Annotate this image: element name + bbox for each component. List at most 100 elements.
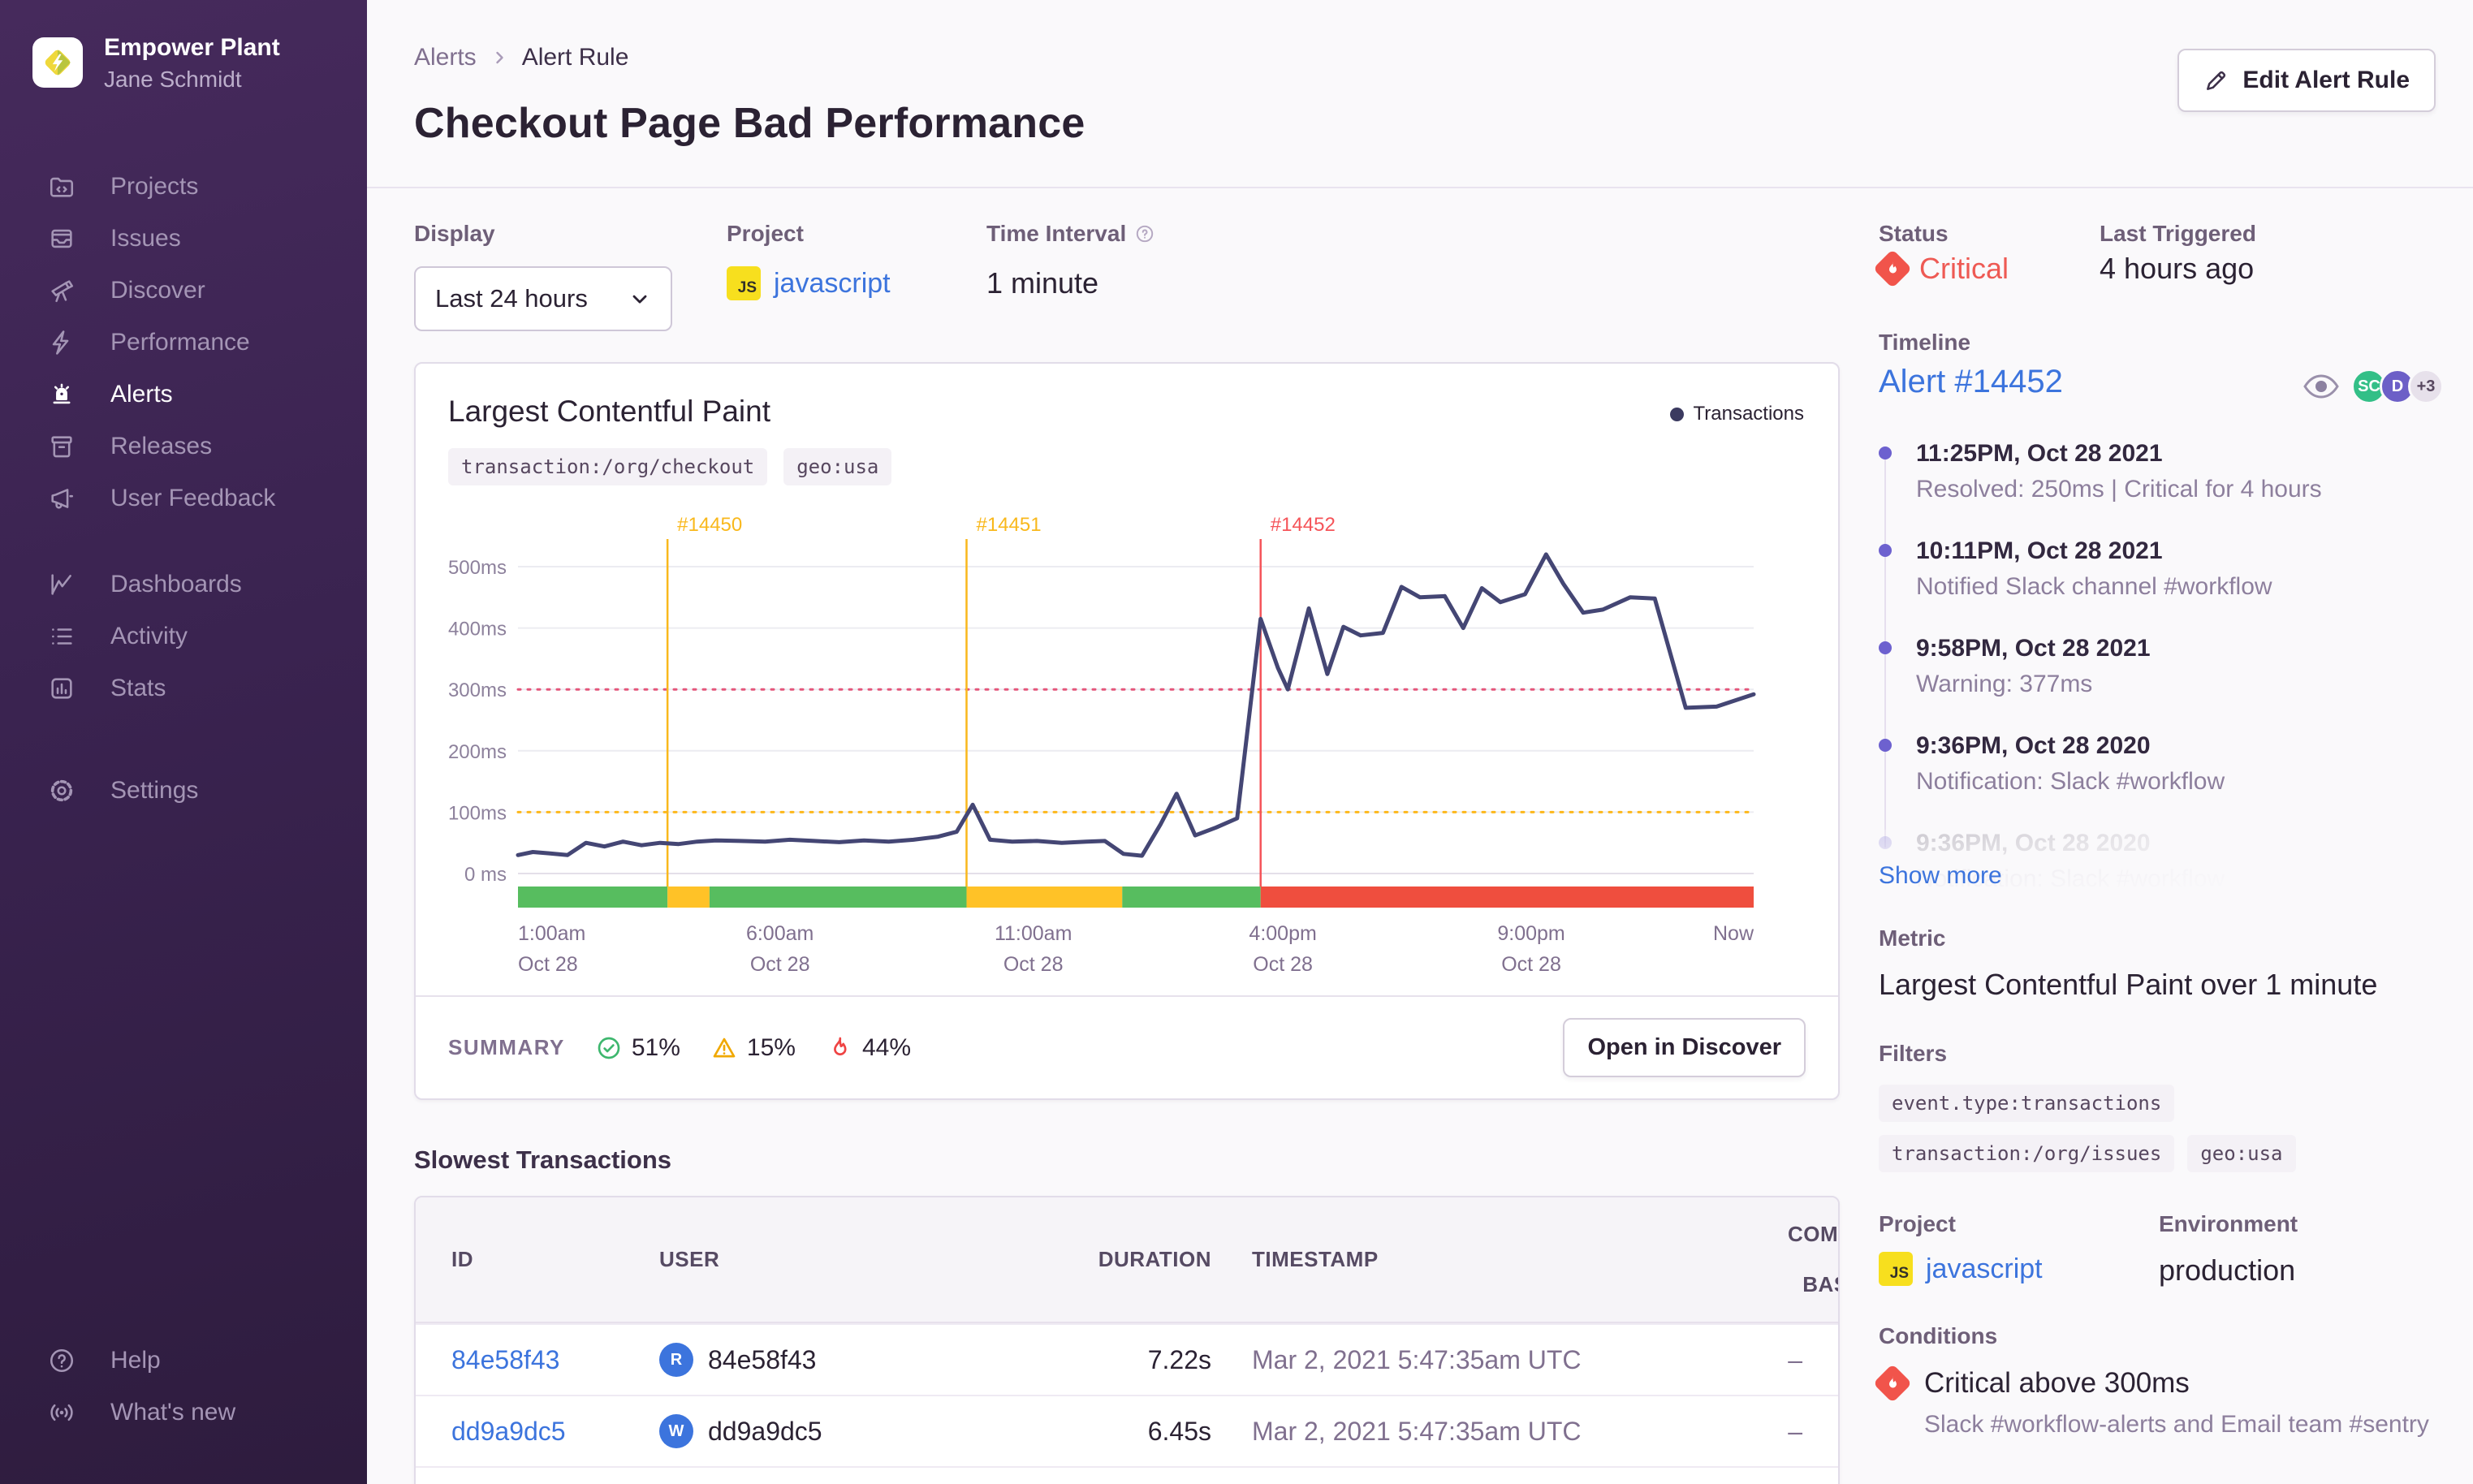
check-circle-icon bbox=[598, 1037, 620, 1059]
summary-label: SUMMARY bbox=[448, 1035, 565, 1059]
issues-icon bbox=[47, 224, 76, 253]
svg-text:6:00am: 6:00am bbox=[746, 922, 814, 945]
breadcrumb-alerts-link[interactable]: Alerts bbox=[414, 44, 477, 71]
timeline-entry: 11:25PM, Oct 28 2021 Resolved: 250ms | C… bbox=[1879, 440, 2444, 503]
transaction-id-link[interactable]: 84e58f43 bbox=[451, 1345, 559, 1374]
legend-dot-icon bbox=[1669, 407, 1684, 421]
col-user: USER bbox=[659, 1247, 720, 1271]
critical-fire-icon bbox=[1872, 248, 1913, 289]
col-id: ID bbox=[451, 1247, 473, 1271]
environment-label: Environment bbox=[2159, 1211, 2298, 1236]
user-feedback-icon bbox=[47, 484, 76, 513]
summary-healthy-value: 51% bbox=[631, 1033, 680, 1061]
content-area: Display Last 24 hours Project JS javascr… bbox=[367, 188, 2473, 1484]
sidebar-item-label: What's new bbox=[110, 1399, 236, 1426]
transaction-id-link[interactable]: dd9a9dc5 bbox=[451, 1417, 566, 1446]
left-column: Display Last 24 hours Project JS javascr… bbox=[414, 221, 1840, 1484]
sidebar: Empower Plant Jane Schmidt Projects Issu… bbox=[0, 0, 367, 1484]
timeline-section: Timeline Alert #14452 SC D +3 11:25PM, O… bbox=[1879, 330, 2444, 893]
last-triggered-label: Last Triggered bbox=[2100, 221, 2256, 246]
gear-icon bbox=[47, 776, 76, 805]
timeline-time: 9:36PM, Oct 28 2020 bbox=[1916, 830, 2151, 856]
org-switcher[interactable]: Empower Plant Jane Schmidt bbox=[0, 32, 367, 93]
javascript-platform-icon: JS bbox=[1879, 1252, 1913, 1286]
lcp-chart-svg: 0 ms 100ms 200ms 300ms 400ms 500ms #14450 #1445… bbox=[448, 514, 1756, 976]
sidebar-item-whats-new[interactable]: What's new bbox=[0, 1387, 367, 1439]
sidebar-item-discover[interactable]: Discover bbox=[0, 265, 367, 317]
lcp-chart[interactable]: 0 ms 100ms 200ms 300ms 400ms 500ms #14450 #1445… bbox=[448, 492, 1806, 979]
sidebar-item-activity[interactable]: Activity bbox=[0, 610, 367, 662]
avatar-overflow-count[interactable]: +3 bbox=[2408, 369, 2444, 404]
timeline-fade-wrap: 9:36PM, Oct 28 2020 Notification: Slack … bbox=[1879, 830, 2444, 893]
sidebar-item-label: Issues bbox=[110, 224, 181, 252]
filters-label: Filters bbox=[1879, 1041, 1948, 1066]
svg-text:300ms: 300ms bbox=[448, 679, 507, 701]
project-label: Project bbox=[1879, 1211, 1956, 1236]
last-triggered-value: 4 hours ago bbox=[2100, 252, 2255, 285]
svg-text:Oct 28: Oct 28 bbox=[1501, 953, 1561, 976]
svg-text:Oct 28: Oct 28 bbox=[1253, 953, 1313, 976]
discover-icon bbox=[47, 276, 76, 305]
timeline-label: Timeline bbox=[1879, 330, 1971, 355]
timeline-entry: 10:11PM, Oct 28 2021 Notified Slack chan… bbox=[1879, 537, 2444, 601]
timeline-time: 11:25PM, Oct 28 2021 bbox=[1916, 440, 2163, 467]
edit-alert-rule-button[interactable]: Edit Alert Rule bbox=[2177, 49, 2436, 112]
sidebar-item-performance[interactable]: Performance bbox=[0, 317, 367, 369]
project-link[interactable]: javascript bbox=[1926, 1253, 2043, 1285]
baseline: – bbox=[1788, 1344, 1802, 1374]
svg-text:9:00pm: 9:00pm bbox=[1497, 922, 1565, 945]
show-more-link[interactable]: Show more bbox=[1879, 862, 2002, 890]
transactions-table: ID USER DURATION TIMESTAMP COMPARED TO B… bbox=[414, 1196, 1840, 1484]
critical-fire-icon bbox=[1872, 1363, 1913, 1404]
summary-healthy: 51% bbox=[596, 1034, 680, 1062]
sidebar-item-issues[interactable]: Issues bbox=[0, 213, 367, 265]
timeline-entry: 9:36PM, Oct 28 2020 Notification: Slack … bbox=[1879, 732, 2444, 796]
performance-icon bbox=[47, 328, 76, 357]
alert-id-link[interactable]: Alert #14452 bbox=[1879, 364, 2063, 400]
user-name: dd9a9dc5 bbox=[708, 1416, 822, 1446]
sidebar-item-label: Activity bbox=[110, 622, 188, 649]
svg-text:#14450: #14450 bbox=[677, 514, 742, 536]
timestamp: Mar 2, 2021 5:47:35am UTC bbox=[1252, 1416, 1582, 1446]
lcp-chart-card: Largest Contentful Paint Transactions tr… bbox=[414, 362, 1840, 1100]
chart-legend[interactable]: Transactions bbox=[1669, 403, 1804, 425]
question-circle-icon[interactable] bbox=[1134, 223, 1155, 244]
status-row: Status Critical Last Triggered 4 hours a… bbox=[1872, 221, 2444, 289]
project-link[interactable]: javascript bbox=[774, 268, 891, 300]
broadcast-icon bbox=[47, 1398, 76, 1427]
col-timestamp: TIMESTAMP bbox=[1252, 1247, 1379, 1271]
baseline: – bbox=[1788, 1416, 1802, 1446]
open-in-discover-button[interactable]: Open in Discover bbox=[1563, 1018, 1806, 1077]
sidebar-item-projects[interactable]: Projects bbox=[0, 161, 367, 213]
sidebar-item-user-feedback[interactable]: User Feedback bbox=[0, 472, 367, 524]
metric-label: Metric bbox=[1879, 925, 1946, 951]
sidebar-item-alerts[interactable]: Alerts bbox=[0, 369, 367, 421]
sidebar-nav: Projects Issues Discover Performance Ale… bbox=[0, 161, 367, 817]
svg-text:#14451: #14451 bbox=[976, 514, 1041, 536]
sidebar-item-dashboards[interactable]: Dashboards bbox=[0, 559, 367, 610]
sidebar-item-help[interactable]: Help bbox=[0, 1335, 367, 1387]
tag-geo: geo:usa bbox=[783, 448, 892, 485]
display-range-select[interactable]: Last 24 hours bbox=[414, 266, 672, 331]
filter-pill: transaction:/org/issues bbox=[1879, 1135, 2175, 1172]
org-logo bbox=[32, 37, 83, 88]
svg-text:4:00pm: 4:00pm bbox=[1249, 922, 1316, 945]
svg-text:11:00am: 11:00am bbox=[995, 922, 1072, 945]
timestamp: Mar 2, 2021 5:47:35am UTC bbox=[1252, 1344, 1582, 1374]
sidebar-item-label: Projects bbox=[110, 172, 199, 200]
sidebar-item-settings[interactable]: Settings bbox=[0, 765, 367, 817]
svg-text:0 ms: 0 ms bbox=[464, 864, 507, 886]
sidebar-item-stats[interactable]: Stats bbox=[0, 662, 367, 714]
filters-section: Filters event.type:transactions transact… bbox=[1879, 1041, 2444, 1172]
sidebar-item-label: Discover bbox=[110, 276, 205, 304]
warning-triangle-icon bbox=[713, 1038, 736, 1057]
timeline-time: 9:58PM, Oct 28 2021 bbox=[1916, 635, 2151, 662]
svg-text:400ms: 400ms bbox=[448, 619, 507, 641]
timeline-description: Resolved: 250ms | Critical for 4 hours bbox=[1916, 476, 2322, 503]
table-row: dd9a9dc5 Wdd9a9dc5 6.45s Mar 2, 2021 5:4… bbox=[416, 1395, 1838, 1466]
summary-critical: 44% bbox=[826, 1034, 911, 1062]
seen-by-avatars: SC D +3 bbox=[2303, 369, 2444, 404]
sidebar-item-releases[interactable]: Releases bbox=[0, 421, 367, 472]
sidebar-footer: Help What's new bbox=[0, 1335, 367, 1439]
avatar: W bbox=[659, 1414, 693, 1448]
